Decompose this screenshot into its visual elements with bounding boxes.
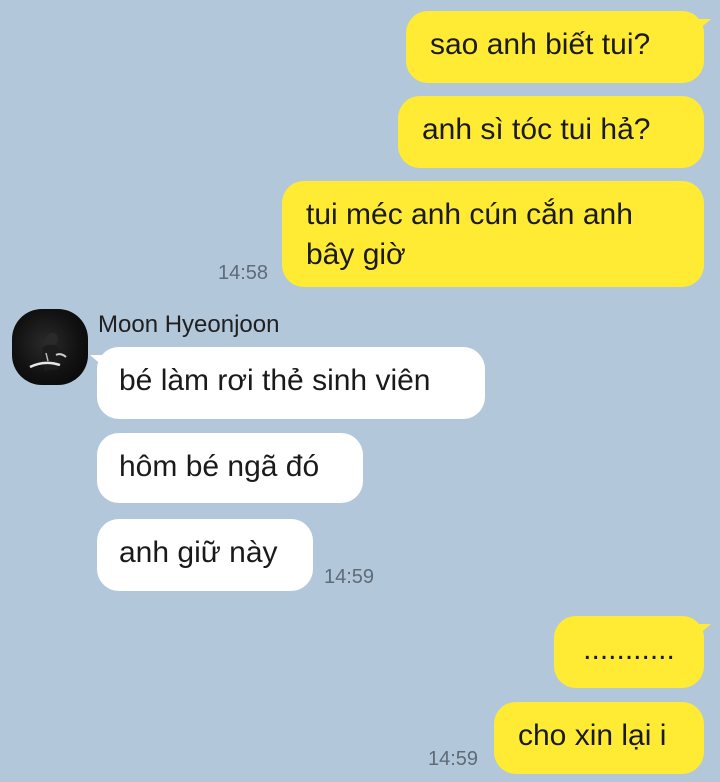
message-text: cho xin lại i — [518, 719, 667, 752]
their-message-bubble[interactable]: hôm bé ngã đó — [97, 433, 363, 503]
my-message-bubble[interactable]: ........... — [554, 616, 711, 688]
message-text: ........... — [583, 633, 675, 666]
message-timestamp: 14:59 — [324, 566, 375, 588]
my-message-bubble[interactable]: cho xin lại i — [494, 702, 704, 774]
message-text: sao anh biết tui? — [430, 28, 651, 61]
my-message-bubble[interactable]: tui méc anh cún cắn anh bây giờ — [282, 181, 704, 287]
contact-name: Moon Hyeonjoon — [98, 311, 280, 338]
message-text: hôm bé ngã đó — [119, 450, 320, 483]
message-text: tui méc anh cún cắn anh bây giờ — [306, 198, 633, 271]
message-timestamp: 14:58 — [218, 262, 269, 284]
message-text: anh giữ này — [119, 536, 278, 569]
message-timestamp: 14:59 — [428, 748, 479, 770]
my-message-bubble[interactable]: anh sì tóc tui hả? — [398, 96, 704, 168]
message-text: bé làm rơi thẻ sinh viên — [119, 364, 431, 397]
their-message-bubble[interactable]: anh giữ này — [97, 519, 313, 591]
profile-photo-icon — [29, 333, 67, 371]
message-text: anh sì tóc tui hả? — [422, 113, 651, 146]
my-message-bubble[interactable]: sao anh biết tui? — [406, 11, 711, 83]
contact-avatar[interactable] — [12, 309, 88, 385]
their-message-bubble[interactable]: bé làm rơi thẻ sinh viên — [90, 347, 485, 419]
